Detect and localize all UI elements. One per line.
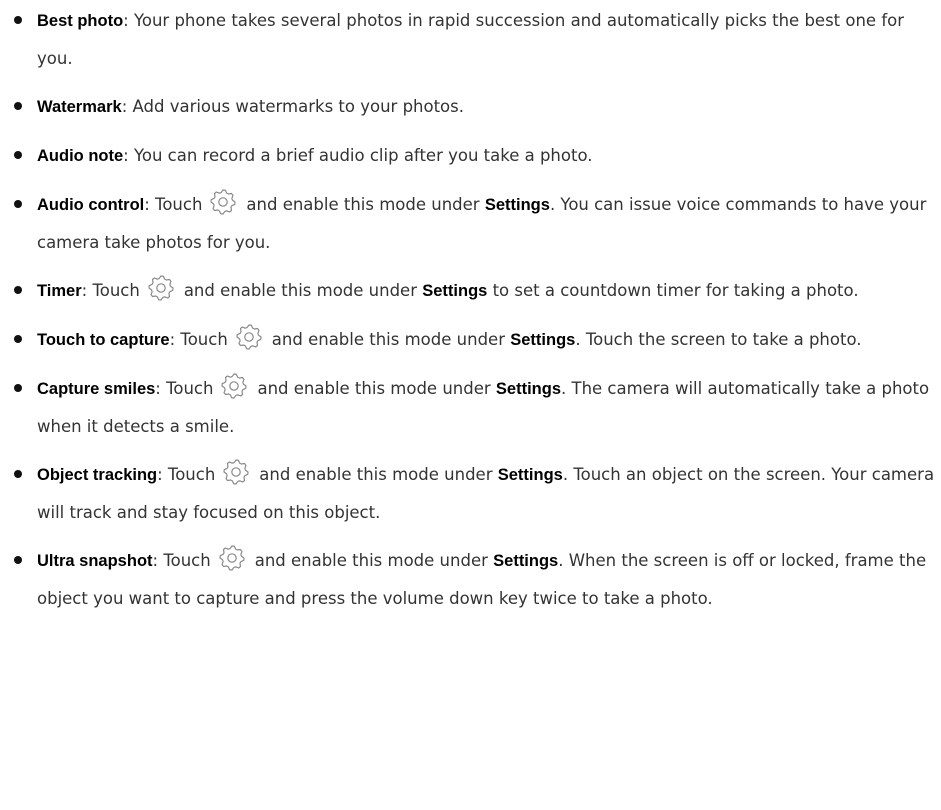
gear-icon	[220, 372, 248, 400]
list-item-touch-to-capture: Touch to capture: Touch and enable this m…	[0, 321, 941, 359]
gear-icon	[218, 544, 246, 572]
list-item-audio-note: Audio note: You can record a brief audio…	[0, 137, 941, 175]
settings-label: Settings	[484, 196, 550, 214]
list-item-object-tracking: Object tracking: Touch and enable this mo…	[0, 456, 941, 531]
item-mid: and enable this mode under	[183, 281, 417, 300]
item-mid: and enable this mode under	[254, 551, 488, 570]
gear-icon	[147, 274, 175, 302]
item-text: Your phone takes several photos in rapid…	[37, 11, 905, 68]
settings-label: Settings	[495, 380, 561, 398]
item-term: Touch to capture	[37, 331, 170, 349]
item-text: Add various watermarks to your photos.	[132, 97, 465, 116]
item-pre: : Touch	[155, 379, 214, 398]
gear-icon	[222, 458, 250, 486]
item-term: Best photo	[37, 12, 124, 30]
bullet-dot	[14, 384, 22, 392]
settings-label: Settings	[422, 282, 488, 300]
item-mid: and enable this mode under	[246, 195, 480, 214]
list-item-watermark: Watermark: Add various watermarks to you…	[0, 88, 941, 126]
bullet-dot	[14, 335, 22, 343]
item-pre: : Touch	[144, 195, 203, 214]
item-mid: and enable this mode under	[271, 330, 505, 349]
item-separator: :	[123, 11, 134, 30]
item-term: Timer	[37, 282, 82, 300]
list-item-timer: Timer: Touch and enable this mode under S…	[0, 272, 941, 310]
list-item-capture-smiles: Capture smiles: Touch and enable this mod…	[0, 370, 941, 445]
item-pre: : Touch	[81, 281, 140, 300]
item-term: Audio note	[37, 147, 124, 165]
document-page: Best photo: Your phone takes several pho…	[0, 0, 941, 810]
item-post: . Touch the screen to take a photo.	[575, 330, 862, 349]
bullet-dot	[14, 556, 22, 564]
list-item-ultra-snapshot: Ultra snapshot: Touch and enable this mod…	[0, 542, 941, 617]
item-mid: and enable this mode under	[257, 379, 491, 398]
item-separator: :	[123, 146, 134, 165]
gear-icon	[235, 323, 263, 351]
list-item-best-photo: Best photo: Your phone takes several pho…	[0, 2, 941, 77]
item-term: Watermark	[37, 98, 122, 116]
bullet-dot	[14, 102, 22, 110]
bullet-dot	[14, 470, 22, 478]
item-separator: :	[121, 97, 133, 116]
item-pre: : Touch	[169, 330, 228, 349]
item-term: Object tracking	[37, 466, 158, 484]
gear-icon	[209, 188, 237, 216]
item-term: Audio control	[37, 196, 145, 214]
settings-label: Settings	[510, 331, 576, 349]
item-text: You can record a brief audio clip after …	[133, 146, 593, 165]
bullet-dot	[14, 151, 22, 159]
item-term: Ultra snapshot	[37, 552, 153, 570]
item-mid: and enable this mode under	[259, 465, 493, 484]
bullet-dot	[14, 286, 22, 294]
item-term: Capture smiles	[37, 380, 156, 398]
item-pre: : Touch	[157, 465, 216, 484]
settings-label: Settings	[493, 552, 559, 570]
camera-modes-list: Best photo: Your phone takes several pho…	[0, 2, 941, 628]
list-item-audio-control: Audio control: Touch and enable this mode…	[0, 186, 941, 261]
settings-label: Settings	[497, 466, 563, 484]
bullet-dot	[14, 200, 22, 208]
item-post: to set a countdown timer for taking a ph…	[487, 281, 859, 300]
bullet-dot	[14, 16, 22, 24]
item-pre: : Touch	[152, 551, 211, 570]
